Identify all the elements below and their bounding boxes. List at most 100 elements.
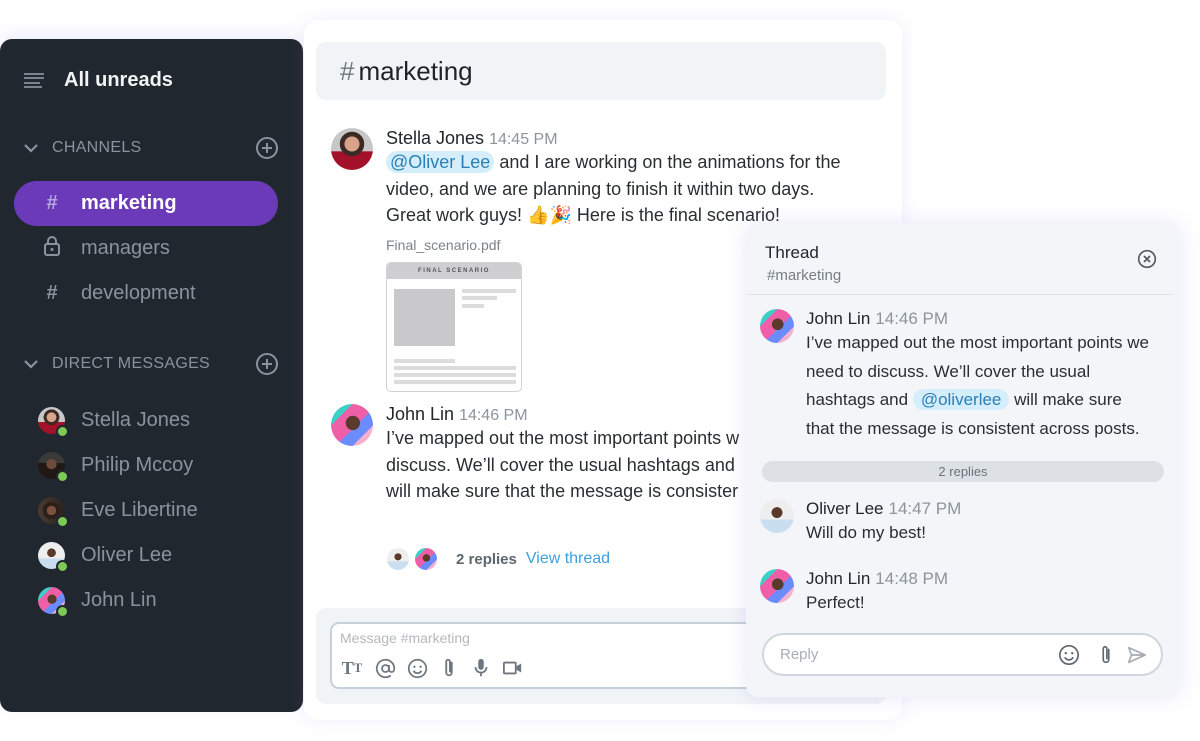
thread-channel[interactable]: #marketing — [767, 267, 841, 284]
preview-line — [462, 304, 484, 308]
channel-header: # marketing — [316, 42, 886, 100]
mention[interactable]: @Oliver Lee — [386, 151, 495, 173]
dm-section-header[interactable]: DIRECT MESSAGES — [22, 352, 279, 376]
online-status-icon — [56, 560, 69, 573]
dm-item-john-lin[interactable]: John Lin — [38, 587, 157, 618]
message-time: 14:47 PM — [888, 499, 962, 518]
preview-title: FINAL SCENARIO — [387, 263, 521, 279]
online-status-icon — [56, 515, 69, 528]
avatar[interactable] — [760, 569, 794, 603]
hash-icon: # — [46, 282, 58, 304]
message: John Lin 14:46 PM I’ve mapped out the mo… — [331, 404, 739, 505]
attachment-icon[interactable] — [438, 657, 460, 679]
chevron-down-icon[interactable] — [22, 355, 40, 373]
thread-panel: Thread #marketing John Lin 14:46 PM I’ve… — [746, 223, 1180, 697]
text-line: will make sure that the message is consi… — [386, 481, 739, 501]
avatar — [414, 547, 438, 571]
lock-icon — [42, 235, 62, 262]
preview-line — [462, 289, 516, 293]
message-author[interactable]: John Lin — [806, 309, 870, 329]
message-text: Will do my best! — [806, 523, 926, 542]
sidebar-item-marketing[interactable]: # marketing — [14, 181, 278, 226]
sidebar-title: All unreads — [64, 69, 173, 91]
message-text: I’ve mapped out the most important point… — [806, 329, 1149, 443]
mention-icon[interactable] — [374, 657, 396, 679]
text-line: I’ve mapped out the most important point… — [386, 428, 740, 448]
message-input[interactable] — [340, 630, 740, 646]
text-line: I’ve mapped out the most important point… — [806, 333, 1150, 352]
message-author[interactable]: Oliver Lee — [806, 499, 883, 519]
sidebar-item-managers[interactable]: managers — [14, 226, 278, 271]
text-line: video, and we are planning to finish it … — [386, 178, 815, 199]
attachment-icon[interactable] — [1095, 644, 1117, 666]
attachment-filename[interactable]: Final_scenario.pdf — [386, 237, 500, 253]
message-time: 14:45 PM — [489, 131, 558, 148]
channels-label: CHANNELS — [52, 139, 142, 156]
dm-item-stella-jones[interactable]: Stella Jones — [38, 407, 190, 438]
dm-label: Stella Jones — [81, 409, 190, 431]
replies-divider: 2 replies — [762, 461, 1164, 482]
dm-label: Philip Mccoy — [81, 454, 194, 476]
dm-label: Oliver Lee — [81, 544, 173, 566]
message-text: I’ve mapped out the most important point… — [386, 425, 739, 505]
microphone-icon[interactable] — [470, 657, 492, 679]
sidebar: All unreads CHANNELS # marketing manager… — [0, 39, 303, 712]
message-time: 14:46 PM — [459, 407, 528, 424]
message-text: @Oliver Lee and I are working on the ani… — [386, 149, 841, 229]
direct-messages-label: DIRECT MESSAGES — [52, 355, 211, 372]
text-line: and I are working on the animations for … — [494, 152, 841, 172]
channel-label: development — [81, 282, 196, 304]
thread-title: Thread — [765, 243, 819, 262]
preview-line — [462, 296, 497, 300]
video-icon[interactable] — [502, 657, 524, 679]
message-author[interactable]: Stella Jones — [386, 128, 484, 149]
preview-line — [394, 380, 516, 384]
avatar — [386, 547, 410, 571]
dm-item-philip-mccoy[interactable]: Philip Mccoy — [38, 452, 194, 483]
reply-composer — [762, 633, 1163, 676]
send-icon[interactable] — [1126, 644, 1148, 666]
channel-label: marketing — [81, 192, 177, 214]
avatar[interactable] — [331, 128, 373, 170]
reply-count[interactable]: 2 replies — [456, 551, 517, 568]
text-line: that the message is consistent across po… — [806, 418, 1140, 438]
preview-image — [394, 289, 455, 346]
channel-title: marketing — [358, 55, 473, 86]
thread-summary: 2 replies View thread — [386, 547, 610, 571]
emoji-icon[interactable] — [406, 657, 428, 679]
chevron-down-icon[interactable] — [22, 139, 40, 157]
message-time: 14:46 PM — [875, 309, 949, 328]
text-line: hashtags and — [806, 390, 913, 409]
text-line: discuss. We’ll cover the usual hashtags … — [386, 454, 735, 475]
all-unreads[interactable]: All unreads — [24, 69, 173, 92]
message-time: 14:48 PM — [875, 569, 949, 588]
reply-input[interactable] — [780, 646, 1040, 663]
preview-line — [394, 359, 455, 363]
attachment-preview[interactable]: FINAL SCENARIO — [386, 262, 522, 392]
close-icon[interactable] — [1137, 249, 1157, 269]
text-line: need to discuss. We’ll cover the usual — [806, 361, 1091, 381]
avatar[interactable] — [331, 404, 373, 446]
online-status-icon — [56, 605, 69, 618]
dm-item-eve-libertine[interactable]: Eve Libertine — [38, 497, 198, 528]
text-format-icon[interactable]: TT — [340, 657, 364, 679]
mention[interactable]: @oliverlee — [912, 389, 1010, 410]
add-dm-icon[interactable] — [255, 352, 279, 376]
sidebar-item-development[interactable]: # development — [14, 271, 278, 316]
thread-root-message: John Lin 14:46 PM I’ve mapped out the mo… — [760, 309, 1149, 443]
message-author[interactable]: John Lin — [386, 404, 454, 425]
dm-label: John Lin — [81, 589, 157, 611]
channels-section-header[interactable]: CHANNELS — [22, 136, 279, 160]
add-channel-icon[interactable] — [255, 136, 279, 160]
channel-label: managers — [81, 237, 170, 259]
avatar[interactable] — [760, 309, 794, 343]
text-line: will make sure — [1009, 390, 1122, 409]
preview-line — [394, 373, 516, 377]
emoji-icon[interactable] — [1058, 644, 1080, 666]
dm-item-oliver-lee[interactable]: Oliver Lee — [38, 542, 173, 573]
hash-icon: # — [340, 55, 355, 86]
message-author[interactable]: John Lin — [806, 569, 870, 589]
dm-label: Eve Libertine — [81, 499, 198, 521]
avatar[interactable] — [760, 499, 794, 533]
view-thread-link[interactable]: View thread — [526, 550, 610, 568]
